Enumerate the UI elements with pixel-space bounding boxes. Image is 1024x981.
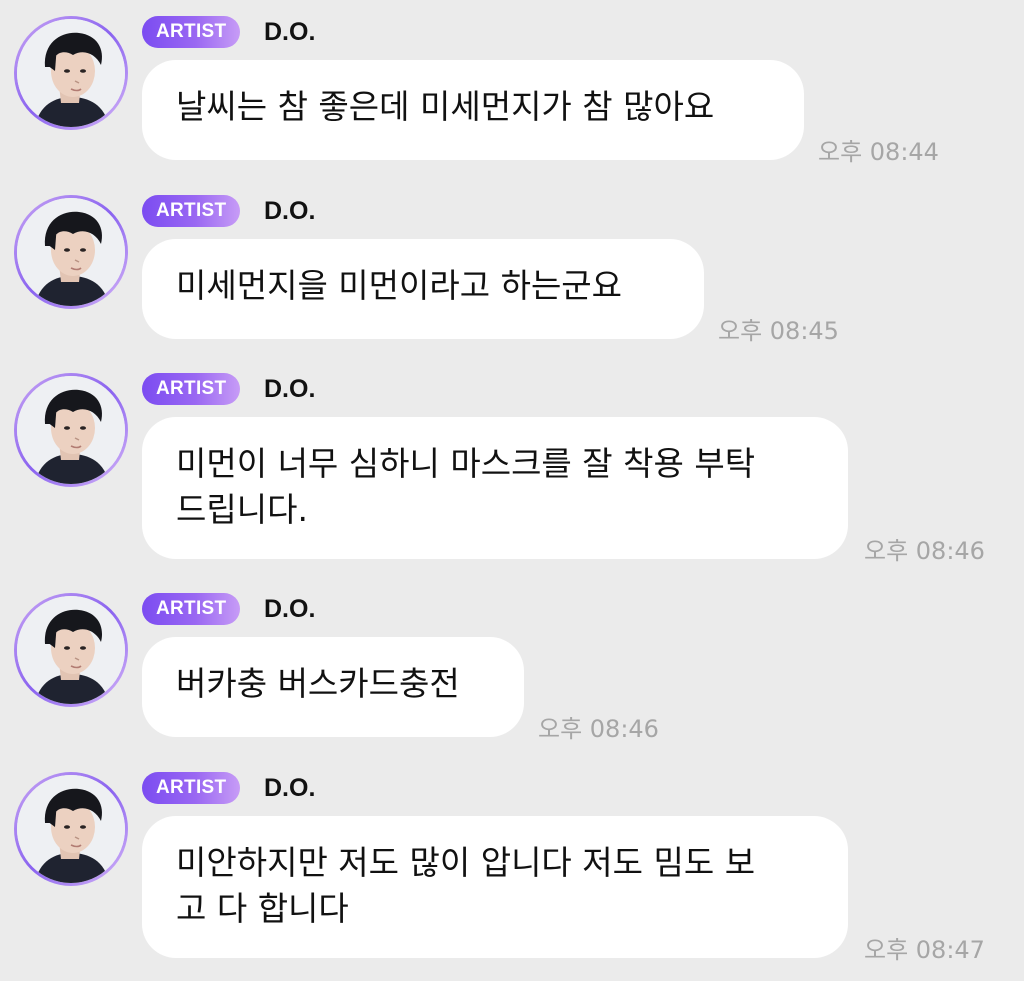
sender-name[interactable]: D.O. xyxy=(264,772,315,804)
message-bubble[interactable]: 날씨는 참 좋은데 미세먼지가 참 많아요 xyxy=(142,60,804,160)
message-bubble[interactable]: 미먼이 너무 심하니 마스크를 잘 착용 부탁 드립니다. xyxy=(142,417,848,559)
artist-badge: ARTIST xyxy=(142,373,241,405)
portrait-icon xyxy=(17,775,125,883)
chat-message-list: ARTIST D.O. 날씨는 참 좋은데 미세먼지가 참 많아요 오후 08:… xyxy=(0,0,1024,981)
artist-badge: ARTIST xyxy=(142,195,241,227)
message-timestamp: 오후 08:44 xyxy=(818,138,939,166)
message-bubble[interactable]: 미세먼지을 미먼이라고 하는군요 xyxy=(142,239,704,339)
sender-name[interactable]: D.O. xyxy=(264,593,315,625)
message-bubble[interactable]: 버카충 버스카드충전 xyxy=(142,637,524,737)
message-bubble[interactable]: 미안하지만 저도 많이 압니다 저도 밈도 보 고 다 합니다 xyxy=(142,816,848,958)
avatar[interactable] xyxy=(14,593,128,707)
avatar-photo xyxy=(17,376,125,484)
avatar[interactable] xyxy=(14,373,128,487)
avatar-photo xyxy=(17,19,125,127)
message-timestamp: 오후 08:47 xyxy=(864,936,985,964)
avatar-photo xyxy=(17,198,125,306)
portrait-icon xyxy=(17,376,125,484)
sender-name[interactable]: D.O. xyxy=(264,373,315,405)
avatar[interactable] xyxy=(14,16,128,130)
portrait-icon xyxy=(17,596,125,704)
avatar[interactable] xyxy=(14,195,128,309)
portrait-icon xyxy=(17,19,125,127)
artist-badge: ARTIST xyxy=(142,593,241,625)
message-timestamp: 오후 08:46 xyxy=(538,715,659,743)
sender-name[interactable]: D.O. xyxy=(264,16,315,48)
portrait-icon xyxy=(17,198,125,306)
avatar[interactable] xyxy=(14,772,128,886)
avatar-photo xyxy=(17,596,125,704)
message-timestamp: 오후 08:46 xyxy=(864,537,985,565)
message-timestamp: 오후 08:45 xyxy=(718,317,839,345)
artist-badge: ARTIST xyxy=(142,16,241,48)
avatar-photo xyxy=(17,775,125,883)
artist-badge: ARTIST xyxy=(142,772,241,804)
sender-name[interactable]: D.O. xyxy=(264,195,315,227)
